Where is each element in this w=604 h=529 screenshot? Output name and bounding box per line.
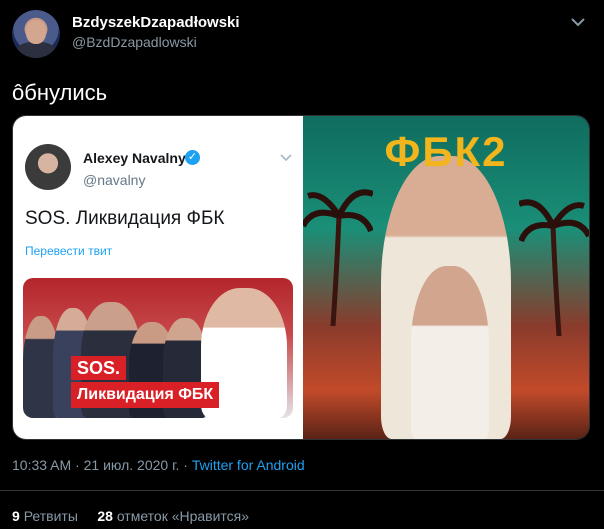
tweet-text: ôбнулись: [12, 80, 108, 105]
likes-stat[interactable]: 28 отметок «Нравится»: [97, 508, 249, 524]
quoted-tweet-screenshot[interactable]: Alexey Navalny ✓ @navalny SOS. Ликвидаци…: [13, 116, 303, 439]
tweet-client-link[interactable]: Twitter for Android: [192, 457, 305, 473]
quoted-name: Alexey Navalny: [83, 150, 186, 166]
chevron-down-icon[interactable]: [568, 12, 588, 32]
boy-figure: [411, 266, 489, 439]
divider: [0, 490, 604, 491]
translate-link: Перевести твит: [25, 244, 113, 258]
game-title: ФБК2: [384, 128, 508, 175]
tweet-time[interactable]: 10:33 AM: [12, 457, 71, 473]
liquidation-banner: Ликвидация ФБК: [71, 382, 220, 408]
tweet-stats: 9 Ретвиты 28 отметок «Нравится»: [12, 508, 249, 524]
retweets-stat[interactable]: 9 Ретвиты: [12, 508, 78, 524]
likes-label: отметок «Нравится»: [116, 508, 250, 524]
retweets-label: Ретвиты: [23, 508, 78, 524]
quoted-image: SOS. Ликвидация ФБК: [23, 278, 293, 418]
author-display-name[interactable]: BzdyszekDzapadłowski: [72, 14, 240, 31]
chevron-down-icon: [280, 154, 292, 162]
retweets-count: 9: [12, 508, 20, 524]
palm-tree-icon: [303, 189, 373, 326]
avatar-suit: [16, 42, 56, 58]
quoted-avatar: [25, 144, 71, 190]
author-avatar[interactable]: [12, 10, 60, 58]
author-handle[interactable]: @BzdDzapadlowski: [72, 34, 197, 50]
separator-dot: ·: [75, 457, 84, 473]
tweet-date[interactable]: 21 июл. 2020 г.: [84, 457, 180, 473]
tweet-media[interactable]: Alexey Navalny ✓ @navalny SOS. Ликвидаци…: [12, 115, 590, 440]
palm-tree-icon: [519, 199, 589, 336]
tweet-meta: 10:33 AM · 21 июл. 2020 г. · Twitter for…: [12, 457, 305, 473]
game-cover-image[interactable]: ФБК2: [303, 116, 589, 439]
separator-dot: ·: [183, 457, 192, 473]
sos-banner: SOS.: [71, 356, 127, 380]
likes-count: 28: [97, 508, 113, 524]
quoted-text: SOS. Ликвидация ФБК: [25, 208, 225, 229]
quoted-handle: @navalny: [83, 172, 146, 188]
verified-badge-icon: ✓: [185, 150, 200, 165]
avatar-face: [26, 20, 46, 44]
